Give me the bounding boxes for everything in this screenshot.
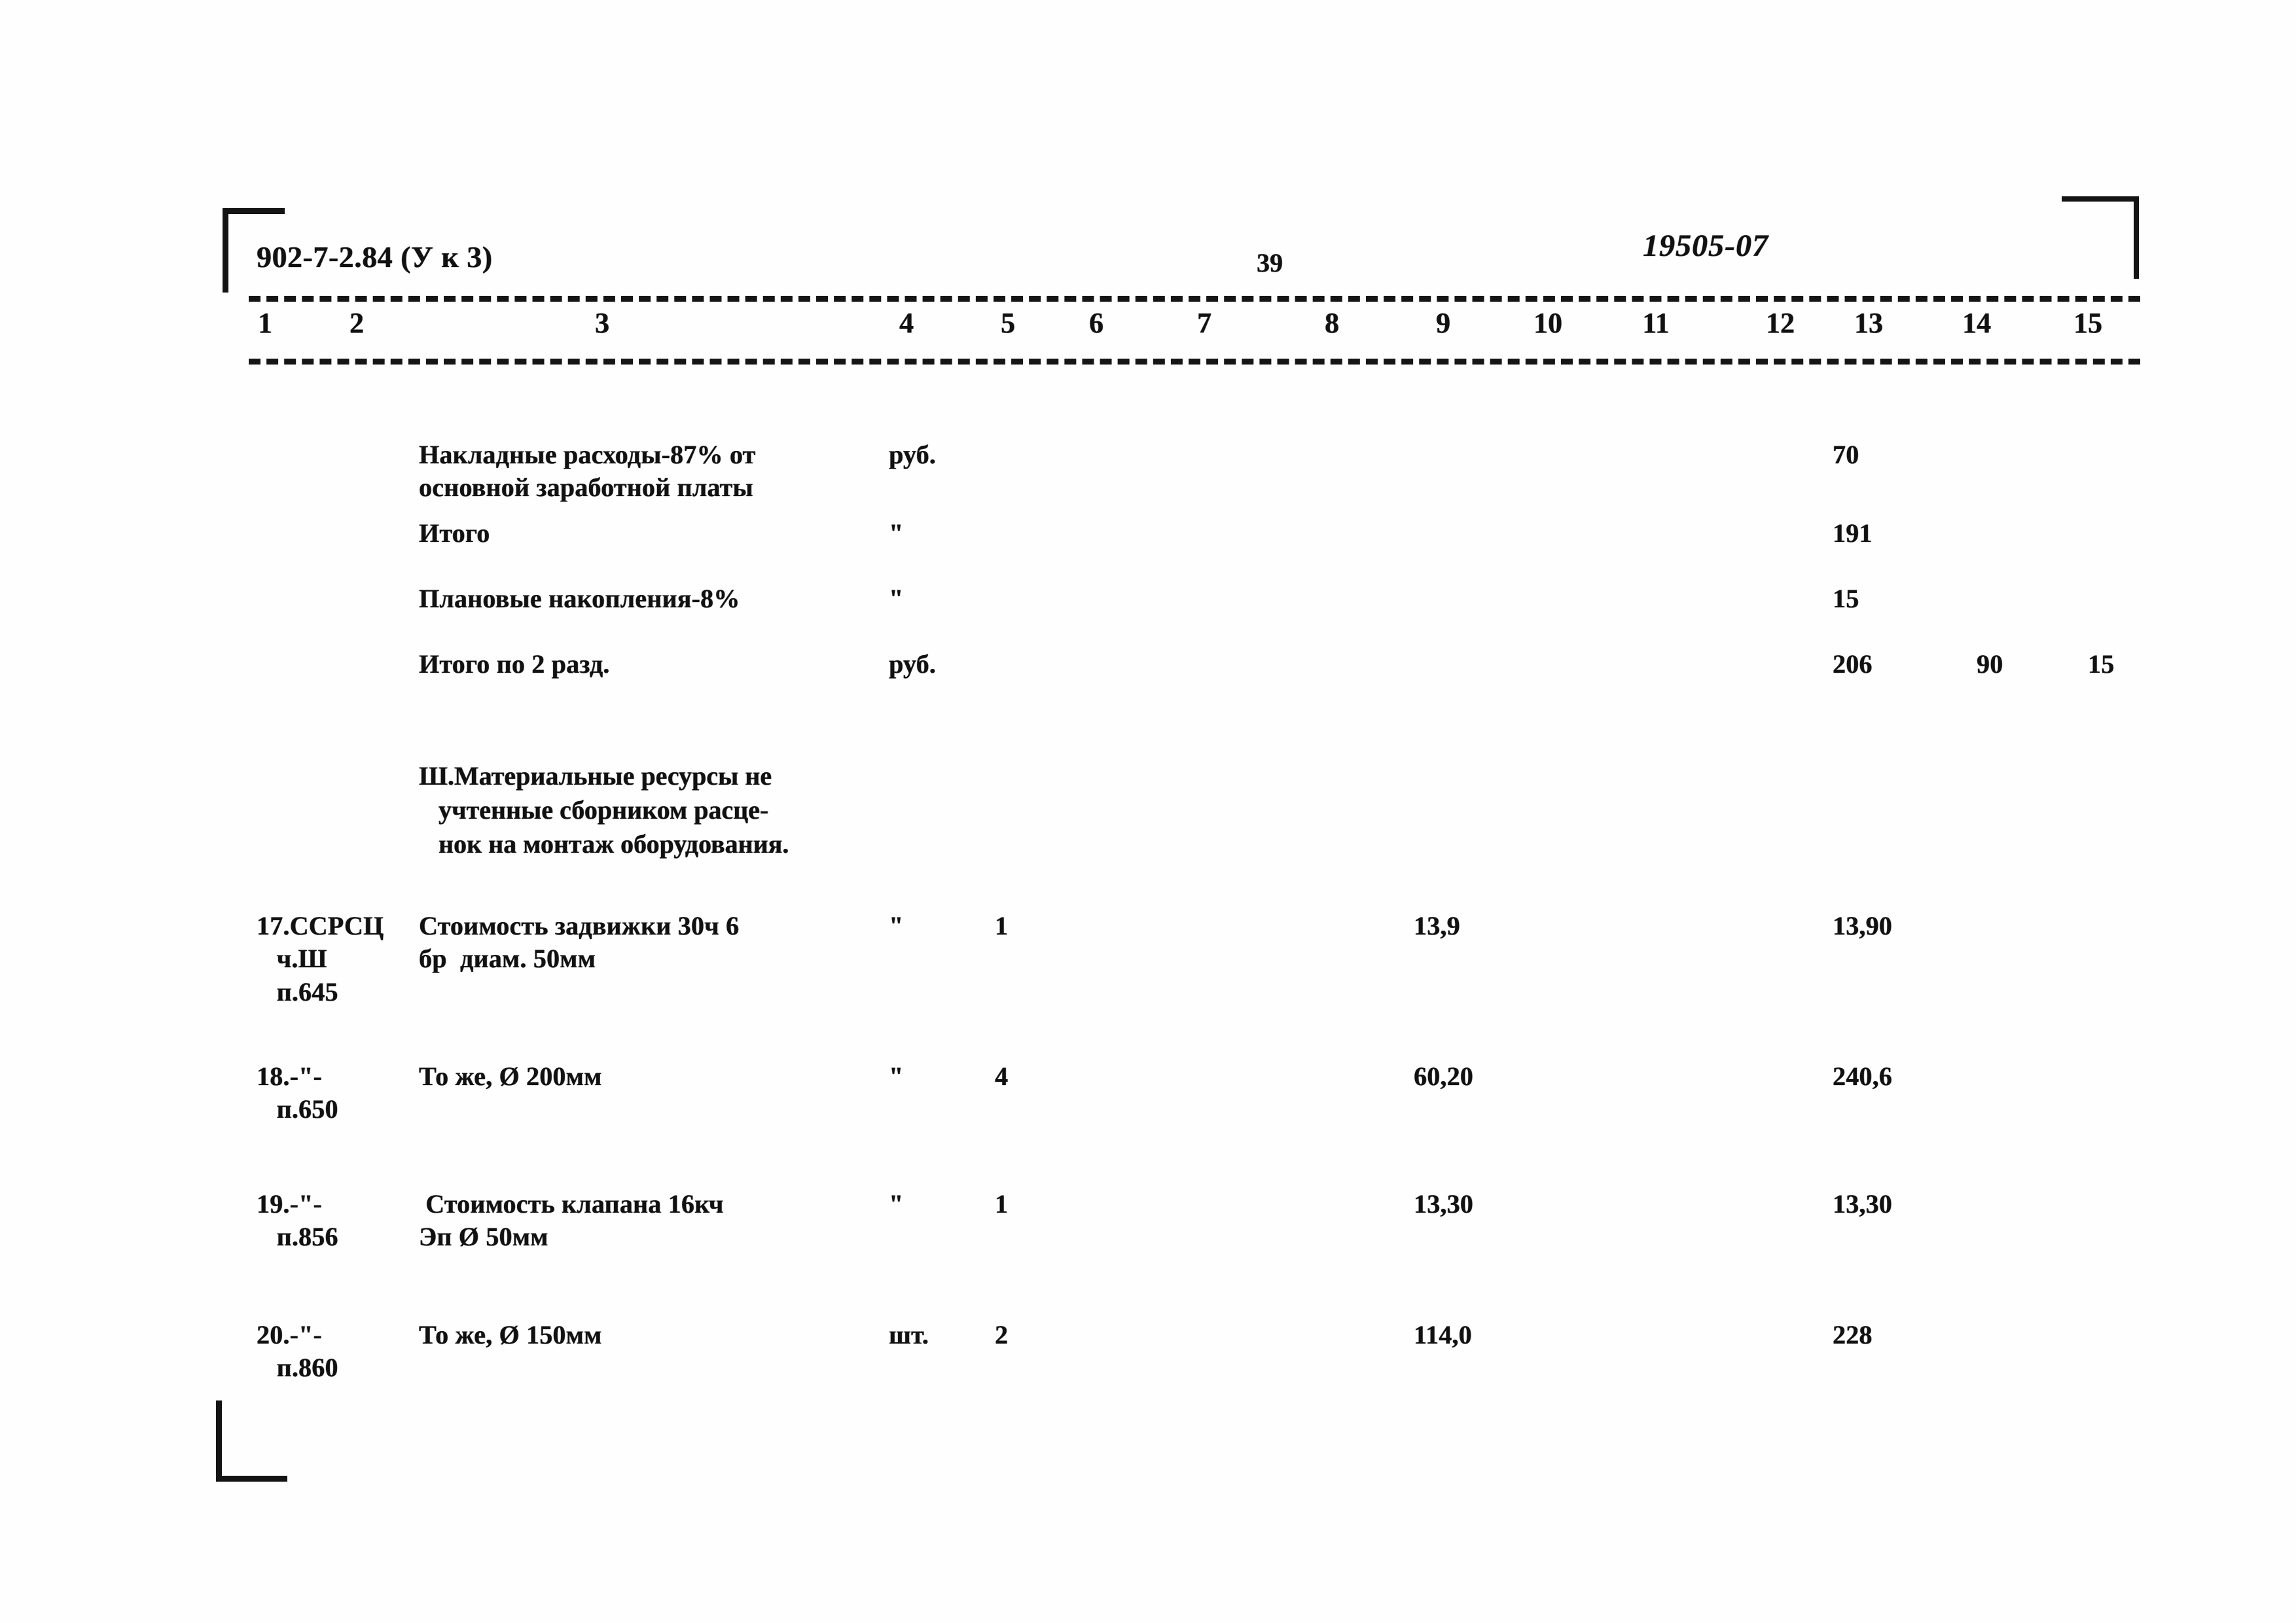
row-unit: руб. <box>889 440 936 469</box>
page-number: 39 <box>1257 248 1283 277</box>
column-number: 7 <box>1197 307 1211 339</box>
corner-mark-top-right <box>2062 196 2139 279</box>
corner-mark-bottom-left <box>216 1400 287 1482</box>
column-number: 10 <box>1534 307 1562 339</box>
row-description: Плановые накопления-8% <box>419 584 740 613</box>
row-unit-price: 13,30 <box>1414 1189 1473 1219</box>
row-quantity: 1 <box>995 911 1009 940</box>
row-code: 18.-"- п.650 <box>257 1061 338 1124</box>
row-quantity: 1 <box>995 1189 1009 1219</box>
row-unit: руб. <box>889 649 936 679</box>
row-unit: " <box>889 518 904 548</box>
section-heading: Ш.Материальные ресурсы не учтенные сборн… <box>419 761 789 859</box>
row-total-mid: 90 <box>1977 649 2003 679</box>
row-unit: " <box>889 911 904 940</box>
column-number: 8 <box>1325 307 1339 339</box>
row-total: 70 <box>1833 440 1859 469</box>
row-total: 13,90 <box>1833 911 1892 940</box>
table-rule-bottom <box>249 359 2140 365</box>
column-number: 15 <box>2073 307 2102 339</box>
row-unit: " <box>889 1061 904 1091</box>
row-unit-price: 13,9 <box>1414 911 1460 940</box>
archive-code: 19505-07 <box>1643 228 1768 263</box>
row-unit: " <box>889 584 904 613</box>
column-number: 1 <box>258 307 272 339</box>
column-number: 4 <box>899 307 914 339</box>
column-number-strip: 1 2 3 4 5 6 7 8 9 10 11 12 13 14 15 <box>0 306 2296 352</box>
column-number: 5 <box>1001 307 1015 339</box>
row-quantity: 2 <box>995 1320 1009 1349</box>
column-number: 2 <box>350 307 364 339</box>
row-description: То же, Ø 150мм <box>419 1320 602 1349</box>
row-total: 240,6 <box>1833 1061 1892 1091</box>
row-description: Итого <box>419 518 490 548</box>
row-description: Накладные расходы-87% от основной зарабо… <box>419 440 756 503</box>
column-number: 9 <box>1436 307 1450 339</box>
column-number: 6 <box>1089 307 1103 339</box>
column-number: 3 <box>595 307 609 339</box>
row-description: Итого по 2 разд. <box>419 649 610 679</box>
row-description: То же, Ø 200мм <box>419 1061 602 1091</box>
scanned-page: 902-7-2.84 (У к 3) 39 19505-07 123456789… <box>0 0 2296 1623</box>
column-number: 13 <box>1854 307 1883 339</box>
row-code: 19.-"- п.856 <box>257 1189 338 1252</box>
row-total: 191 <box>1833 518 1873 548</box>
row-code: 17.ССРСЦ ч.Ш п.645 <box>257 911 384 1007</box>
column-number: 14 <box>1962 307 1991 339</box>
row-unit: " <box>889 1189 904 1219</box>
row-unit: шт. <box>889 1320 929 1349</box>
row-total: 15 <box>1833 584 1859 613</box>
row-total: 228 <box>1833 1320 1873 1349</box>
document-code: 902-7-2.84 (У к 3) <box>257 240 493 274</box>
row-total: 13,30 <box>1833 1189 1892 1219</box>
row-code: 20.-"- п.860 <box>257 1320 338 1383</box>
row-total-right: 15 <box>2088 649 2115 679</box>
column-number: 12 <box>1766 307 1795 339</box>
column-number: 11 <box>1642 307 1670 339</box>
row-description: Стоимость задвижки 30ч 6 бр диам. 50мм <box>419 911 740 974</box>
row-quantity: 4 <box>995 1061 1009 1091</box>
row-unit-price: 114,0 <box>1414 1320 1472 1349</box>
table-rule-top <box>249 296 2140 302</box>
row-unit-price: 60,20 <box>1414 1061 1473 1091</box>
row-description: Стоимость клапана 16кч Эп Ø 50мм <box>419 1189 724 1252</box>
